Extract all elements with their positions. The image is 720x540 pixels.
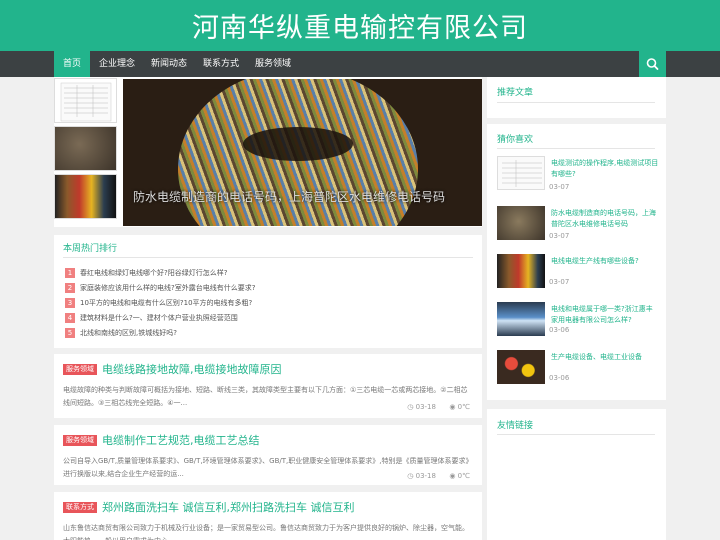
friend-links-panel: 友情链接 (487, 409, 666, 540)
post-date: 03-18 (415, 403, 436, 411)
hot-item-link[interactable]: 建筑材料是什么?一、建材个体户营业执照经营范围 (80, 313, 238, 323)
list-item[interactable]: 生产电缆设备、电缆工业设备 03-06 (497, 350, 661, 390)
hot-item-link[interactable]: 北线和南线的区别,铁城线好吗? (80, 328, 177, 338)
divider (497, 148, 655, 149)
list-item-link[interactable]: 生产电缆设备、电缆工业设备 (551, 352, 659, 363)
main-nav: 首页 企业理念 新闻动态 联系方式 服务领域 (0, 51, 720, 77)
hot-item-link[interactable]: 春红电线和绿灯电线哪个好?阳谷绿灯行怎么样? (80, 268, 227, 278)
list-item-link[interactable]: 电线和电缆属于哪一类?浙江惠丰家用电器有限公司怎么样? (551, 304, 659, 326)
post-category-badge[interactable]: 服务领域 (63, 364, 97, 375)
document-thumb-image (60, 82, 112, 122)
list-item-date: 03-06 (549, 374, 570, 382)
list-item[interactable]: 防水电缆制造商的电话号码，上海普陀区水电维修电话号码 03-07 (497, 206, 661, 246)
post-category-badge[interactable]: 联系方式 (63, 502, 97, 513)
nav-item-philosophy[interactable]: 企业理念 (94, 51, 140, 77)
post-views: 0℃ (457, 472, 470, 480)
slider-caption[interactable]: 防水电缆制造商的电话号码，上海普陀区水电维修电话号码 (133, 188, 445, 205)
post-title[interactable]: 郑州路面洗扫车 诚信互利,郑州扫路洗扫车 诚信互利 (102, 499, 355, 515)
slider-thumb-document[interactable] (54, 78, 117, 123)
weekly-hot-panel: 本周热门排行 1 春红电线和绿灯电线哪个好?阳谷绿灯行怎么样? 2 家庭装修应该… (54, 235, 482, 348)
panel-title: 推荐文章 (497, 88, 534, 98)
panel-title: 友情链接 (497, 421, 534, 431)
list-item[interactable]: 电线和电缆属于哪一类?浙江惠丰家用电器有限公司怎么样? 03-06 (497, 302, 661, 342)
post-title[interactable]: 电缆线路接地故障,电缆接地故障原因 (102, 361, 282, 377)
rank-badge: 1 (65, 268, 75, 278)
site-header: 河南华纵重电输控有限公司 (0, 0, 720, 51)
clock-icon: ◷ (407, 403, 414, 411)
list-item-link[interactable]: 电缆测试的操作程序,电缆测试项目有哪些? (551, 158, 659, 180)
divider (63, 257, 473, 258)
list-item-date: 03-07 (549, 278, 570, 286)
post-card: 联系方式 郑州路面洗扫车 诚信互利,郑州扫路洗扫车 诚信互利 山东鲁信达商贸有限… (54, 492, 482, 540)
search-button[interactable] (639, 51, 666, 77)
list-item-date: 03-06 (549, 326, 570, 334)
nav-item-news[interactable]: 新闻动态 (146, 51, 192, 77)
rank-badge: 2 (65, 283, 75, 293)
cable-equipment-thumb-image[interactable] (497, 350, 545, 384)
list-item[interactable]: 电线电缆生产线有哪些设备? 03-07 (497, 254, 661, 294)
panel-title: 本周热门排行 (63, 244, 118, 254)
post-date: 03-18 (415, 472, 436, 480)
divider (497, 102, 655, 103)
rank-badge: 3 (65, 298, 75, 308)
list-item-date: 03-07 (549, 183, 570, 191)
panel-title: 猜你喜欢 (497, 135, 534, 145)
hot-item-link[interactable]: 家庭装修应该用什么样的电线?室外露台电线有什么要求? (80, 283, 255, 293)
list-item-link[interactable]: 电线电缆生产线有哪些设备? (551, 256, 659, 267)
post-category-badge[interactable]: 服务领域 (63, 435, 97, 446)
list-item-link[interactable]: 防水电缆制造商的电话号码，上海普陀区水电维修电话号码 (551, 208, 659, 230)
slider-thumb-cable-coil[interactable] (54, 126, 117, 171)
coil-shadow (243, 127, 353, 161)
site-title[interactable]: 河南华纵重电输控有限公司 (0, 6, 720, 45)
cable-product-thumb-image[interactable] (497, 302, 545, 336)
rank-badge: 4 (65, 313, 75, 323)
post-views: 0℃ (457, 403, 470, 411)
guess-you-like-panel: 猜你喜欢 电缆测试的操作程序,电缆测试项目有哪些? 03-07 防水电缆制造商的… (487, 124, 666, 400)
document-thumb-image[interactable] (497, 156, 545, 190)
nav-item-contact[interactable]: 联系方式 (198, 51, 244, 77)
search-icon (646, 58, 659, 70)
eye-icon: ◉ (449, 472, 456, 480)
hot-item-link[interactable]: 10平方的电线和电缆有什么区别?10平方的电线有多粗? (80, 298, 252, 308)
post-card: 服务领域 电缆线路接地故障,电缆接地故障原因 电缆故障的种类与判断故障可概括为接… (54, 354, 482, 418)
nav-item-home[interactable]: 首页 (54, 51, 90, 77)
post-meta: ◷ 03-18 ◉ 0℃ (407, 403, 470, 411)
divider (497, 434, 655, 435)
slider-thumb-cable-cross-section[interactable] (54, 174, 117, 219)
post-title[interactable]: 电缆制作工艺规范,电缆工艺总结 (102, 432, 260, 448)
nav-item-services[interactable]: 服务领域 (250, 51, 296, 77)
post-meta: ◷ 03-18 ◉ 0℃ (407, 472, 470, 480)
recommended-panel: 推荐文章 (487, 77, 666, 118)
rank-badge: 5 (65, 328, 75, 338)
post-excerpt: 山东鲁信达商贸有限公司致力于机械及行业设备；是一家贸易型公司。鲁信达商贸致力于为… (63, 524, 469, 540)
post-card: 服务领域 电缆制作工艺规范,电缆工艺总结 公司自导入GB/T,质量管理体系要求》… (54, 425, 482, 485)
eye-icon: ◉ (449, 403, 456, 411)
document-icon (502, 160, 542, 187)
list-item-date: 03-07 (549, 232, 570, 240)
list-item[interactable]: 电缆测试的操作程序,电缆测试项目有哪些? 03-07 (497, 156, 661, 196)
cable-cross-section-thumb-image[interactable] (497, 254, 545, 288)
cable-coil-thumb-image[interactable] (497, 206, 545, 240)
clock-icon: ◷ (407, 472, 414, 480)
